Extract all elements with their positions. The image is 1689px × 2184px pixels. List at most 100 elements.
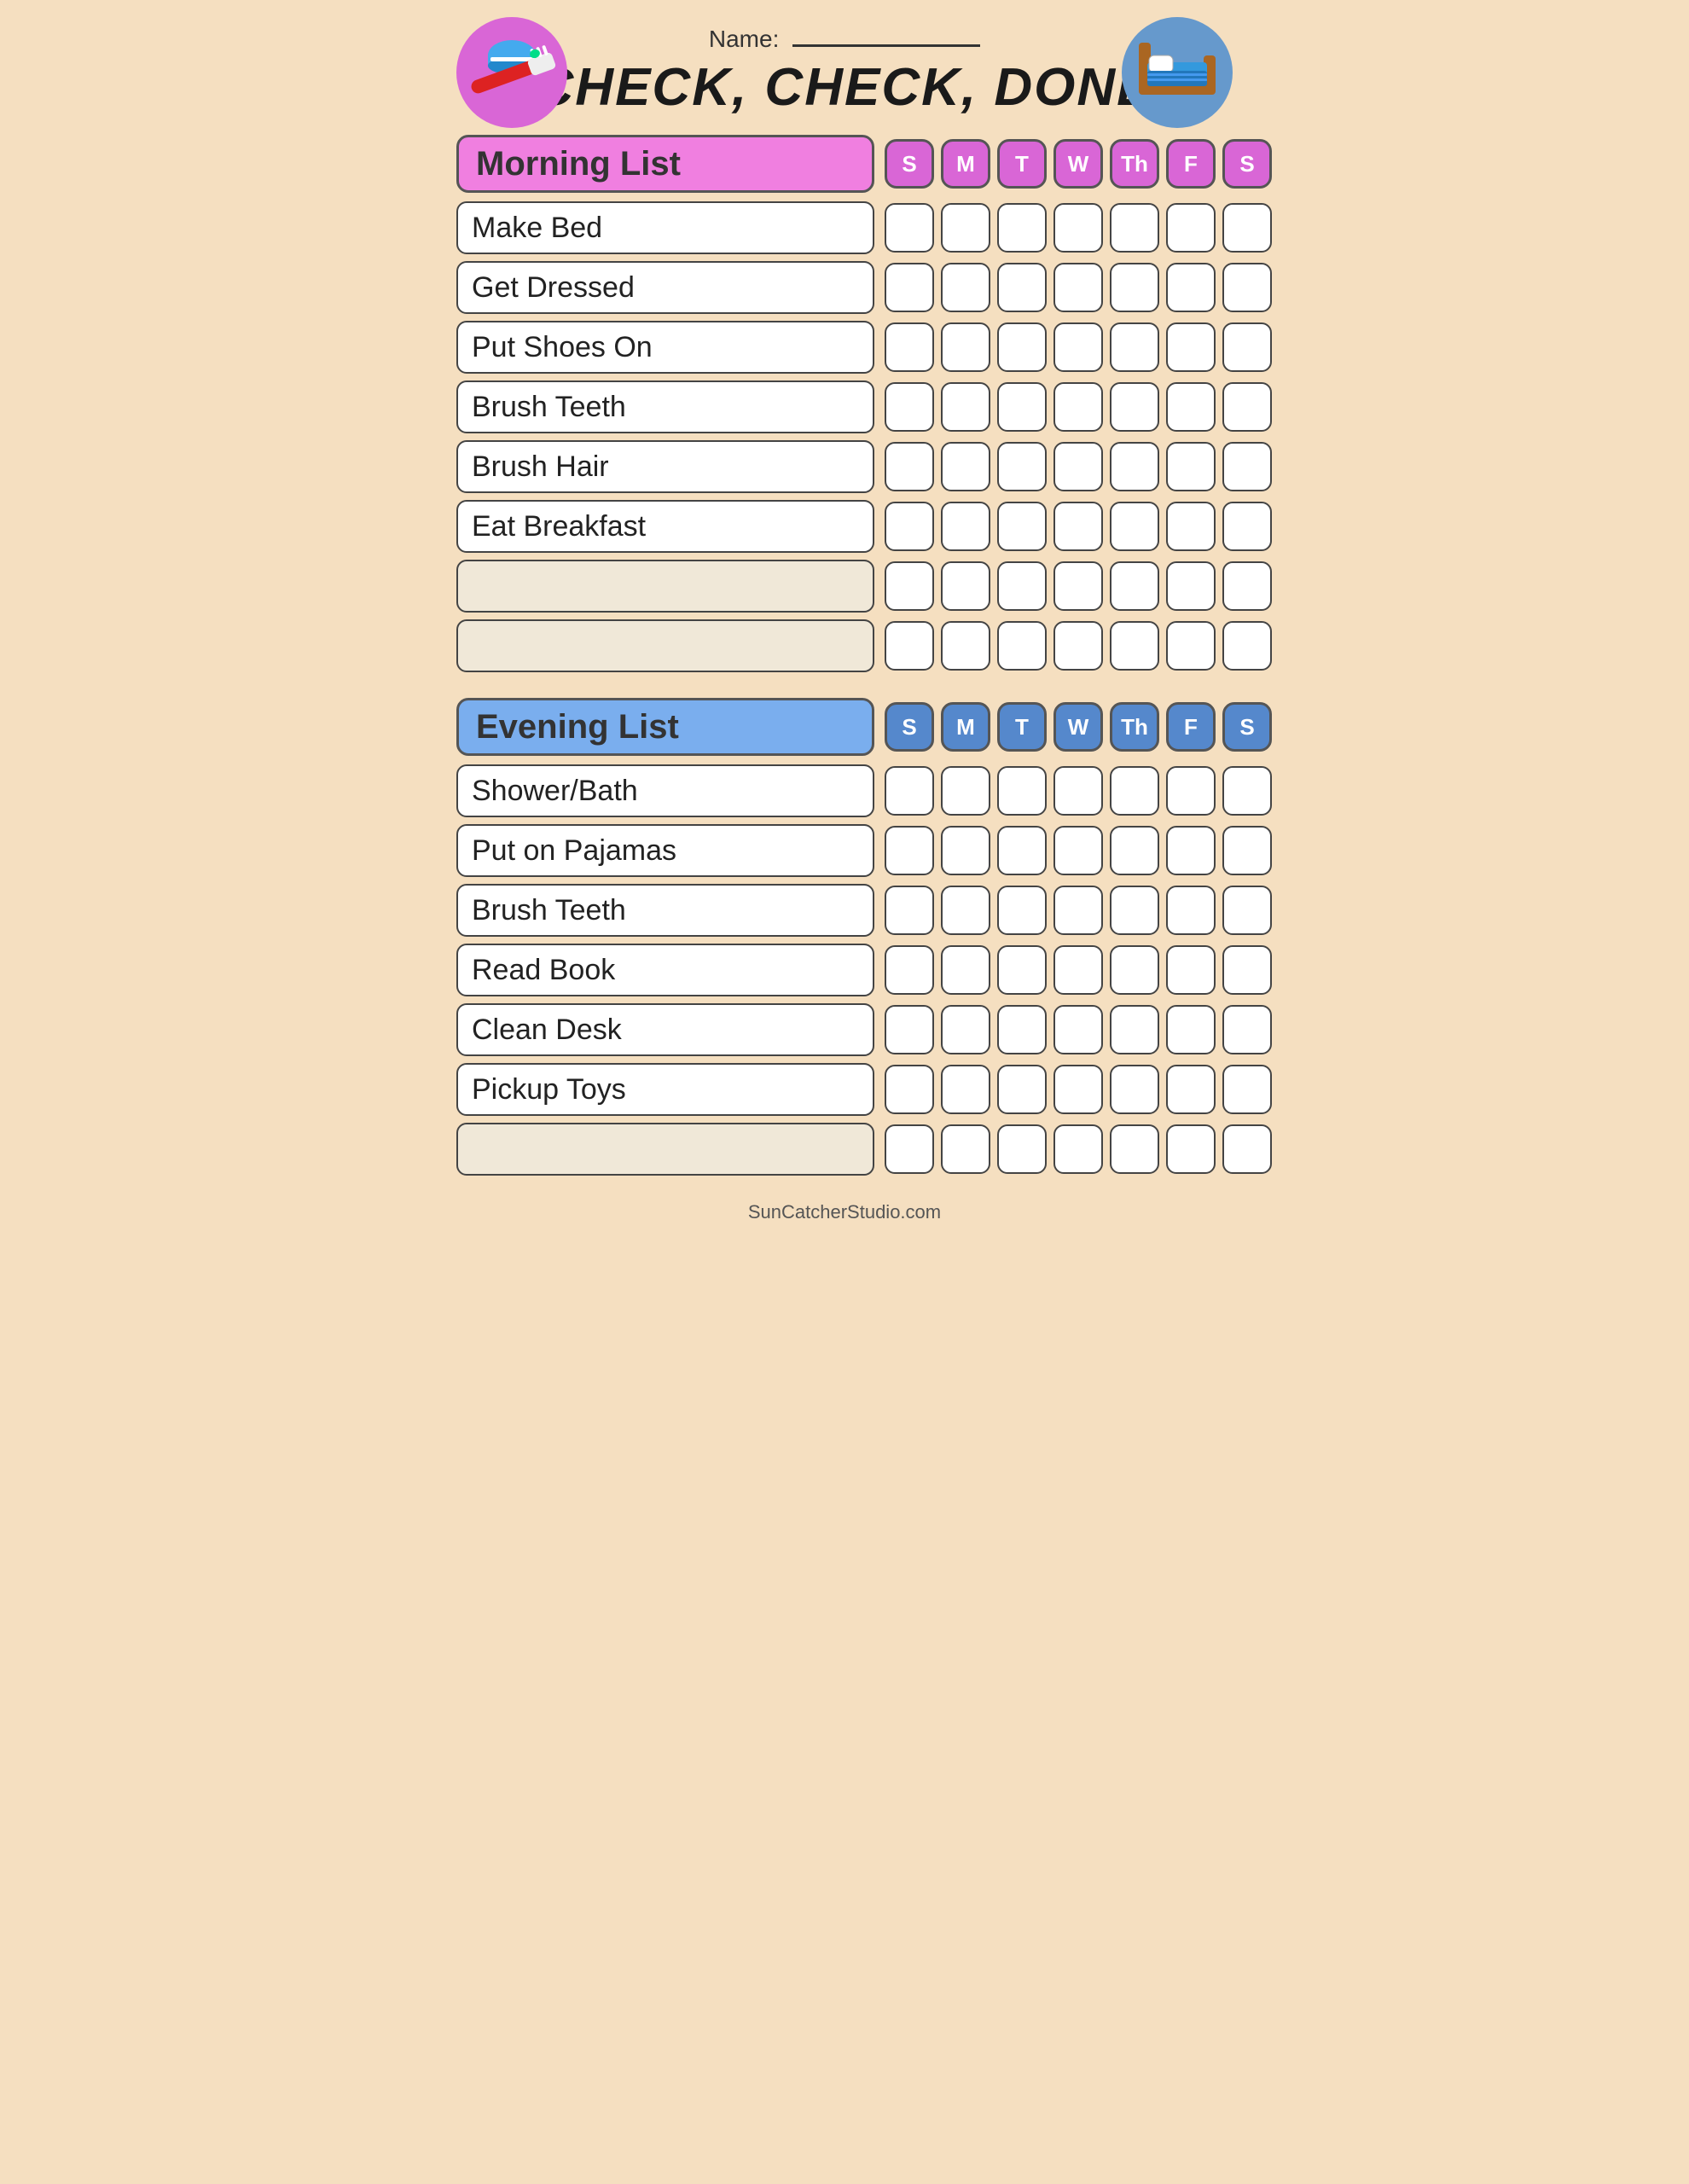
checkbox[interactable]: [997, 886, 1047, 935]
checkbox[interactable]: [1053, 502, 1103, 551]
checkbox[interactable]: [1053, 766, 1103, 816]
checkbox[interactable]: [885, 1005, 934, 1054]
checkbox[interactable]: [885, 561, 934, 611]
checkbox[interactable]: [1166, 766, 1216, 816]
checkbox[interactable]: [997, 263, 1047, 312]
checkbox[interactable]: [1222, 263, 1272, 312]
checkbox[interactable]: [997, 826, 1047, 875]
checkbox[interactable]: [1222, 203, 1272, 253]
checkbox[interactable]: [941, 1005, 990, 1054]
checkbox[interactable]: [1053, 886, 1103, 935]
checkbox[interactable]: [1110, 1124, 1159, 1174]
checkbox[interactable]: [997, 561, 1047, 611]
checkbox[interactable]: [1222, 322, 1272, 372]
checkbox[interactable]: [997, 621, 1047, 671]
checkbox[interactable]: [1222, 886, 1272, 935]
checkbox[interactable]: [885, 442, 934, 491]
checkbox[interactable]: [885, 382, 934, 432]
checkbox[interactable]: [1053, 1005, 1103, 1054]
checkbox[interactable]: [1222, 945, 1272, 995]
checkbox[interactable]: [885, 621, 934, 671]
checkbox[interactable]: [1110, 621, 1159, 671]
checkbox[interactable]: [941, 561, 990, 611]
checkbox[interactable]: [885, 322, 934, 372]
checkbox[interactable]: [1110, 502, 1159, 551]
checkbox[interactable]: [1222, 502, 1272, 551]
checkbox[interactable]: [1053, 1065, 1103, 1114]
checkbox[interactable]: [941, 945, 990, 995]
checkbox[interactable]: [1110, 766, 1159, 816]
checkbox[interactable]: [997, 766, 1047, 816]
checkbox[interactable]: [1222, 561, 1272, 611]
checkbox[interactable]: [941, 322, 990, 372]
checkbox[interactable]: [1110, 322, 1159, 372]
checkbox[interactable]: [941, 826, 990, 875]
checkbox[interactable]: [1166, 263, 1216, 312]
checkbox[interactable]: [1166, 442, 1216, 491]
checkbox[interactable]: [997, 945, 1047, 995]
checkbox[interactable]: [885, 1124, 934, 1174]
checkbox[interactable]: [1053, 561, 1103, 611]
checkbox[interactable]: [885, 766, 934, 816]
checkbox[interactable]: [1110, 561, 1159, 611]
checkbox[interactable]: [1222, 1065, 1272, 1114]
checkbox[interactable]: [941, 203, 990, 253]
checkbox[interactable]: [1110, 826, 1159, 875]
checkbox[interactable]: [997, 1065, 1047, 1114]
checkbox[interactable]: [1166, 886, 1216, 935]
checkbox[interactable]: [941, 382, 990, 432]
checkbox[interactable]: [885, 886, 934, 935]
checkbox[interactable]: [1222, 442, 1272, 491]
checkbox[interactable]: [1053, 945, 1103, 995]
checkbox[interactable]: [1166, 1124, 1216, 1174]
checkbox[interactable]: [1222, 1124, 1272, 1174]
checkbox[interactable]: [1053, 203, 1103, 253]
checkbox[interactable]: [1166, 203, 1216, 253]
checkbox[interactable]: [1053, 442, 1103, 491]
checkbox[interactable]: [1110, 203, 1159, 253]
checkbox[interactable]: [1110, 263, 1159, 312]
checkbox[interactable]: [1053, 1124, 1103, 1174]
checkbox[interactable]: [1222, 621, 1272, 671]
checkbox[interactable]: [1166, 561, 1216, 611]
checkbox[interactable]: [941, 1065, 990, 1114]
checkbox[interactable]: [997, 322, 1047, 372]
checkbox[interactable]: [1166, 826, 1216, 875]
checkbox[interactable]: [1053, 382, 1103, 432]
checkbox[interactable]: [1222, 766, 1272, 816]
checkbox[interactable]: [1222, 382, 1272, 432]
checkbox[interactable]: [1110, 1065, 1159, 1114]
checkbox[interactable]: [1166, 1005, 1216, 1054]
checkbox[interactable]: [1166, 322, 1216, 372]
checkbox[interactable]: [1053, 322, 1103, 372]
checkbox[interactable]: [1166, 621, 1216, 671]
checkbox[interactable]: [1166, 382, 1216, 432]
checkbox[interactable]: [1053, 621, 1103, 671]
checkbox[interactable]: [1110, 382, 1159, 432]
checkbox[interactable]: [1110, 442, 1159, 491]
checkbox[interactable]: [1166, 945, 1216, 995]
checkbox[interactable]: [941, 263, 990, 312]
checkbox[interactable]: [997, 1005, 1047, 1054]
checkbox[interactable]: [1110, 1005, 1159, 1054]
checkbox[interactable]: [997, 442, 1047, 491]
checkbox[interactable]: [885, 826, 934, 875]
checkbox[interactable]: [885, 1065, 934, 1114]
checkbox[interactable]: [1053, 826, 1103, 875]
checkbox[interactable]: [1222, 826, 1272, 875]
checkbox[interactable]: [1053, 263, 1103, 312]
checkbox[interactable]: [941, 502, 990, 551]
checkbox[interactable]: [1110, 945, 1159, 995]
checkbox[interactable]: [997, 502, 1047, 551]
checkbox[interactable]: [997, 1124, 1047, 1174]
checkbox[interactable]: [997, 382, 1047, 432]
checkbox[interactable]: [997, 203, 1047, 253]
checkbox[interactable]: [1110, 886, 1159, 935]
checkbox[interactable]: [1222, 1005, 1272, 1054]
checkbox[interactable]: [941, 621, 990, 671]
checkbox[interactable]: [1166, 1065, 1216, 1114]
checkbox[interactable]: [941, 1124, 990, 1174]
checkbox[interactable]: [885, 203, 934, 253]
checkbox[interactable]: [941, 886, 990, 935]
checkbox[interactable]: [885, 263, 934, 312]
